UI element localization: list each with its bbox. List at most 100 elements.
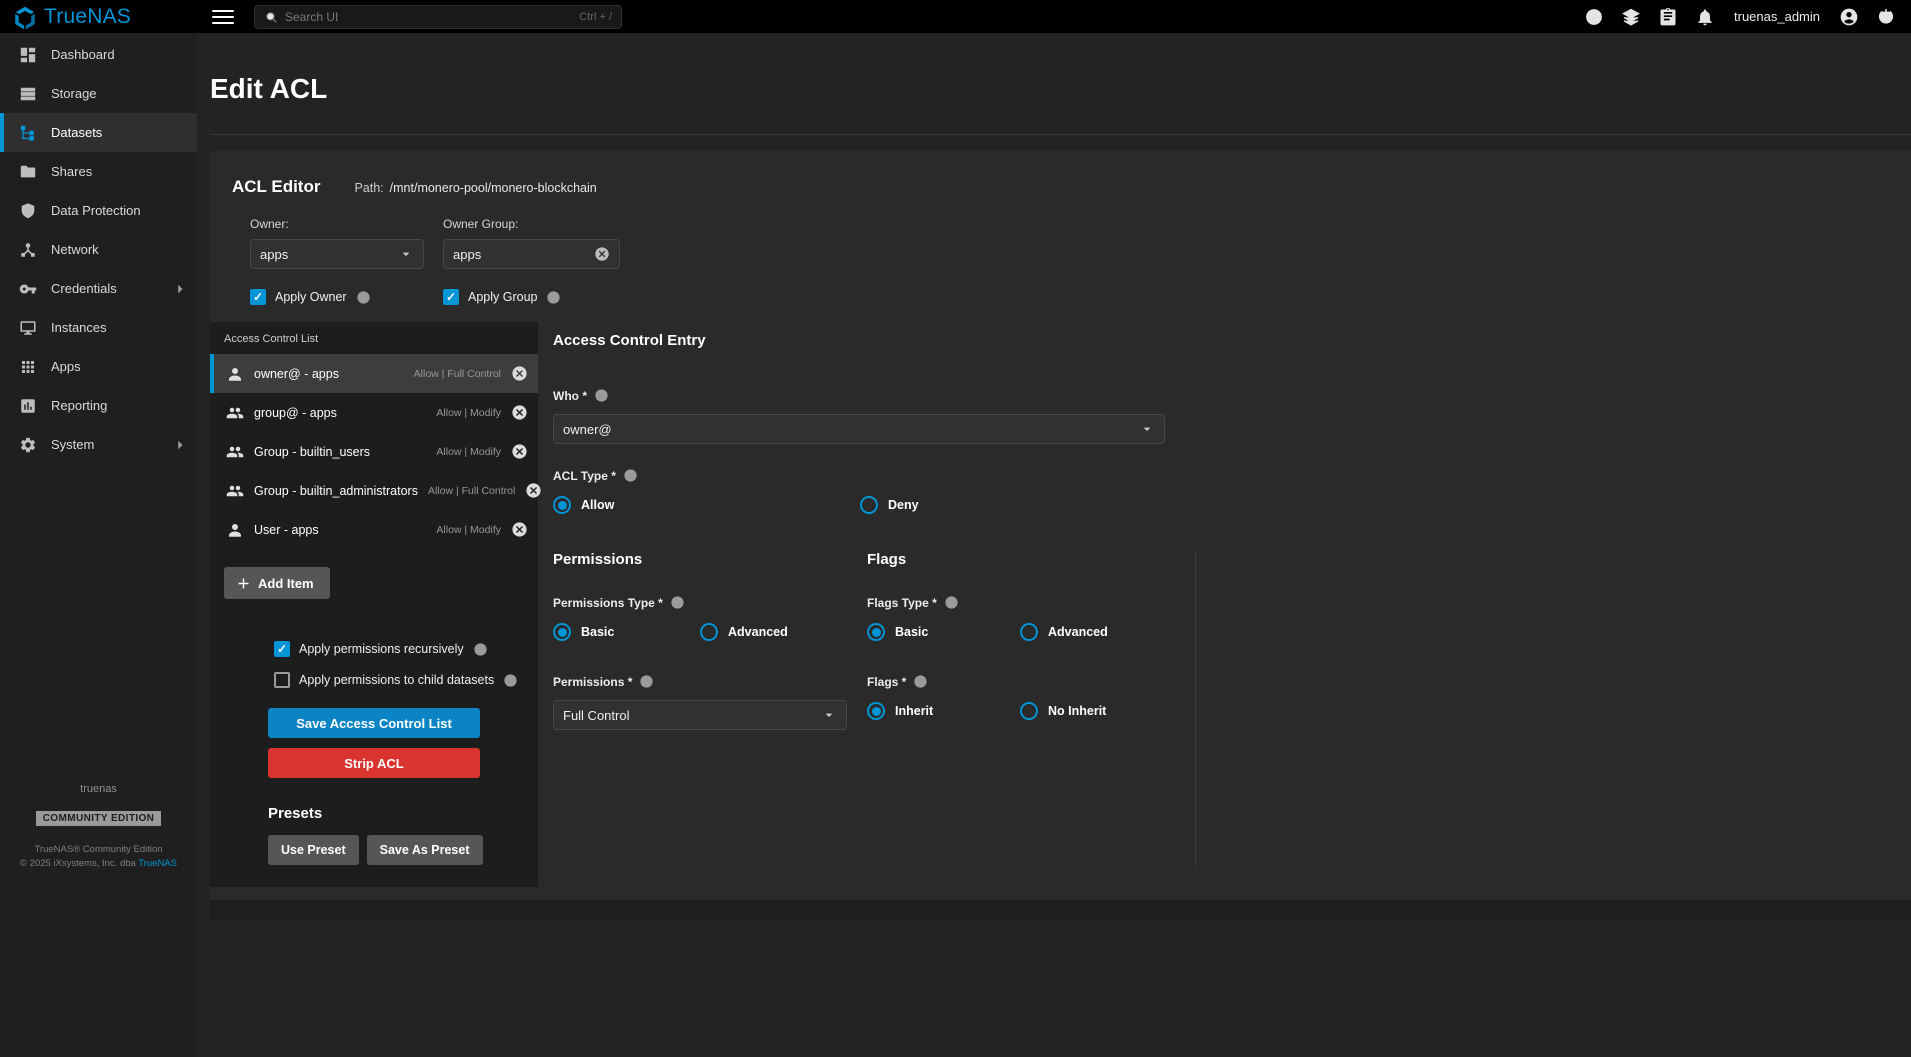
card-footer-band [210, 900, 1911, 920]
save-as-preset-button[interactable]: Save As Preset [367, 835, 483, 865]
clear-field-icon[interactable] [594, 246, 610, 262]
sidebar-item-storage[interactable]: Storage [0, 74, 197, 113]
chevron-down-icon [1139, 421, 1155, 437]
apply-recursively-label: Apply permissions recursively [299, 642, 464, 656]
help-icon[interactable] [594, 388, 609, 403]
help-icon[interactable] [473, 642, 488, 657]
acl-entry-row-builtin-users[interactable]: Group - builtin_users Allow | Modify [210, 432, 538, 471]
sidebar-item-datasets[interactable]: Datasets [0, 113, 197, 152]
apply-child-datasets-checkbox[interactable]: Apply permissions to child datasets [274, 672, 538, 688]
help-icon[interactable] [944, 595, 959, 610]
shield-icon [19, 202, 37, 220]
sidebar-item-dashboard[interactable]: Dashboard [0, 35, 197, 74]
user-menu-icon[interactable] [1839, 7, 1859, 27]
owner-group-label: Owner Group: [443, 217, 518, 231]
sidebar-item-shares[interactable]: Shares [0, 152, 197, 191]
delete-entry-icon[interactable] [511, 404, 528, 421]
acl-entry-row-group[interactable]: group@ - apps Allow | Modify [210, 393, 538, 432]
alerts-bell-icon[interactable] [1695, 7, 1715, 27]
save-acl-button[interactable]: Save Access Control List [268, 708, 480, 738]
sidebar-item-instances[interactable]: Instances [0, 308, 197, 347]
person-icon [226, 521, 244, 539]
chevron-down-icon [398, 246, 414, 262]
radio-selected-icon [553, 496, 571, 514]
acl-entry-permission: Allow | Modify [436, 524, 501, 536]
copyright-brand-link[interactable]: TrueNAS [138, 858, 177, 869]
delete-entry-icon[interactable] [511, 521, 528, 538]
presets-title: Presets [268, 805, 538, 822]
acl-entry-row-builtin-administrators[interactable]: Group - builtin_administrators Allow | F… [210, 471, 538, 510]
owner-select[interactable]: apps [250, 239, 424, 269]
acl-entry-row-user-apps[interactable]: User - apps Allow | Modify [210, 510, 538, 549]
acl-entry-permission: Allow | Full Control [414, 368, 501, 380]
page-title: Edit ACL [210, 73, 1911, 105]
search-icon [264, 10, 278, 24]
brand[interactable]: TrueNAS [0, 5, 197, 29]
access-control-list-panel: Access Control List owner@ - apps Allow … [210, 322, 538, 887]
feedback-icon[interactable] [1584, 7, 1604, 27]
radio-permissions-advanced[interactable]: Advanced [700, 623, 788, 641]
checkbox-checked-icon [443, 289, 459, 305]
power-icon[interactable] [1876, 7, 1896, 27]
help-icon[interactable] [356, 290, 371, 305]
radio-no-inherit[interactable]: No Inherit [1020, 702, 1106, 720]
apply-owner-label: Apply Owner [275, 290, 347, 304]
running-jobs-icon[interactable] [1658, 7, 1678, 27]
apply-owner-checkbox[interactable]: Apply Owner [250, 289, 443, 305]
sidebar-nav: Dashboard Storage Datasets Shares Data P… [0, 33, 197, 1057]
use-preset-button[interactable]: Use Preset [268, 835, 359, 865]
sidebar-footer: truenas COMMUNITY EDITION TrueNAS® Commu… [0, 783, 197, 872]
gear-icon [19, 436, 37, 454]
permissions-select[interactable]: Full Control [553, 700, 847, 730]
menu-toggle-icon[interactable] [212, 10, 234, 24]
radio-advanced-label: Advanced [728, 625, 788, 639]
sidebar-item-label: Reporting [51, 398, 107, 413]
help-icon[interactable] [623, 468, 638, 483]
sidebar-item-label: Datasets [51, 125, 102, 140]
acl-entry-who: group@ - apps [254, 406, 337, 420]
help-icon[interactable] [503, 673, 518, 688]
help-icon[interactable] [546, 290, 561, 305]
apply-recursively-checkbox[interactable]: Apply permissions recursively [274, 641, 538, 657]
add-item-button[interactable]: Add Item [224, 567, 330, 599]
sidebar-item-label: Storage [51, 86, 97, 101]
help-icon[interactable] [670, 595, 685, 610]
apply-group-checkbox[interactable]: Apply Group [443, 289, 561, 305]
sidebar-item-label: System [51, 437, 94, 452]
sidebar-item-network[interactable]: Network [0, 230, 197, 269]
delete-entry-icon[interactable] [511, 443, 528, 460]
sidebar-item-credentials[interactable]: Credentials [0, 269, 197, 308]
sidebar-item-reporting[interactable]: Reporting [0, 386, 197, 425]
delete-entry-icon[interactable] [511, 365, 528, 382]
acl-entry-permission: Allow | Modify [436, 407, 501, 419]
flags-type-label: Flags Type * [867, 595, 1195, 610]
monitor-icon [19, 319, 37, 337]
brand-name: TrueNAS [44, 5, 131, 29]
path-value: /mnt/monero-pool/monero-blockchain [390, 181, 597, 195]
radio-allow[interactable]: Allow [553, 496, 860, 514]
radio-flags-advanced[interactable]: Advanced [1020, 623, 1108, 641]
radio-inherit[interactable]: Inherit [867, 702, 1020, 720]
radio-deny[interactable]: Deny [860, 496, 919, 514]
acl-entry-row-owner[interactable]: owner@ - apps Allow | Full Control [210, 354, 538, 393]
who-select[interactable]: owner@ [553, 414, 1165, 444]
sidebar-item-data-protection[interactable]: Data Protection [0, 191, 197, 230]
sidebar-item-label: Credentials [51, 281, 117, 296]
search-shortcut-hint: Ctrl + / [579, 11, 612, 23]
strip-acl-button[interactable]: Strip ACL [268, 748, 480, 778]
help-icon[interactable] [639, 674, 654, 689]
radio-unselected-icon [700, 623, 718, 641]
radio-flags-basic[interactable]: Basic [867, 623, 1020, 641]
help-icon[interactable] [913, 674, 928, 689]
radio-unselected-icon [860, 496, 878, 514]
sidebar-item-system[interactable]: System [0, 425, 197, 464]
group-icon [226, 482, 244, 500]
global-search[interactable]: Ctrl + / [254, 5, 622, 29]
owner-select-value: apps [260, 247, 398, 262]
sidebar-item-apps[interactable]: Apps [0, 347, 197, 386]
radio-permissions-basic[interactable]: Basic [553, 623, 700, 641]
owner-group-input[interactable]: apps [443, 239, 620, 269]
search-input[interactable] [285, 10, 572, 24]
flags-value-label: Flags * [867, 674, 1195, 689]
jobs-icon[interactable] [1621, 7, 1641, 27]
